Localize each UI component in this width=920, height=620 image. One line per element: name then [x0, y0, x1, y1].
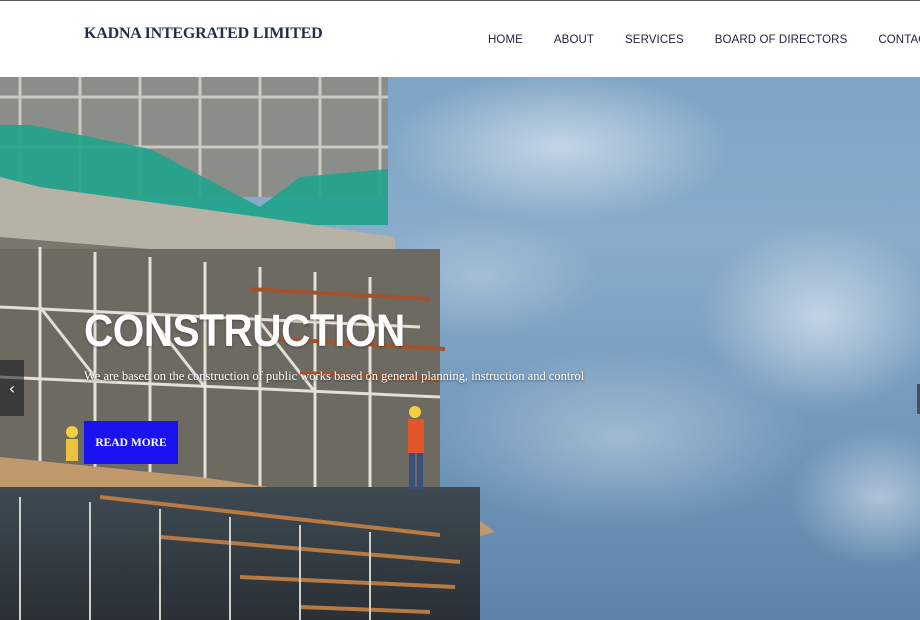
hero-title: CONSTRUCTION — [84, 305, 405, 356]
nav-home[interactable]: HOME — [488, 34, 523, 46]
site-header: KADNA INTEGRATED LIMITED HOME ABOUT SERV… — [0, 0, 920, 77]
hero-subtitle: We are based on the construction of publ… — [84, 369, 585, 383]
site-logo[interactable]: KADNA INTEGRATED LIMITED — [84, 25, 323, 43]
main-nav: HOME ABOUT SERVICES BOARD OF DIRECTORS C… — [470, 31, 920, 49]
nav-board-of-directors[interactable]: BOARD OF DIRECTORS — [715, 34, 848, 46]
nav-about[interactable]: ABOUT — [554, 34, 594, 46]
hero-slider: ‹ CONSTRUCTION We are based on the const… — [0, 77, 920, 620]
read-more-button[interactable]: READ MORE — [84, 421, 178, 464]
nav-contact[interactable]: CONTACT — [878, 34, 920, 46]
nav-services[interactable]: SERVICES — [625, 34, 684, 46]
slider-prev-arrow[interactable]: ‹ — [0, 360, 24, 416]
